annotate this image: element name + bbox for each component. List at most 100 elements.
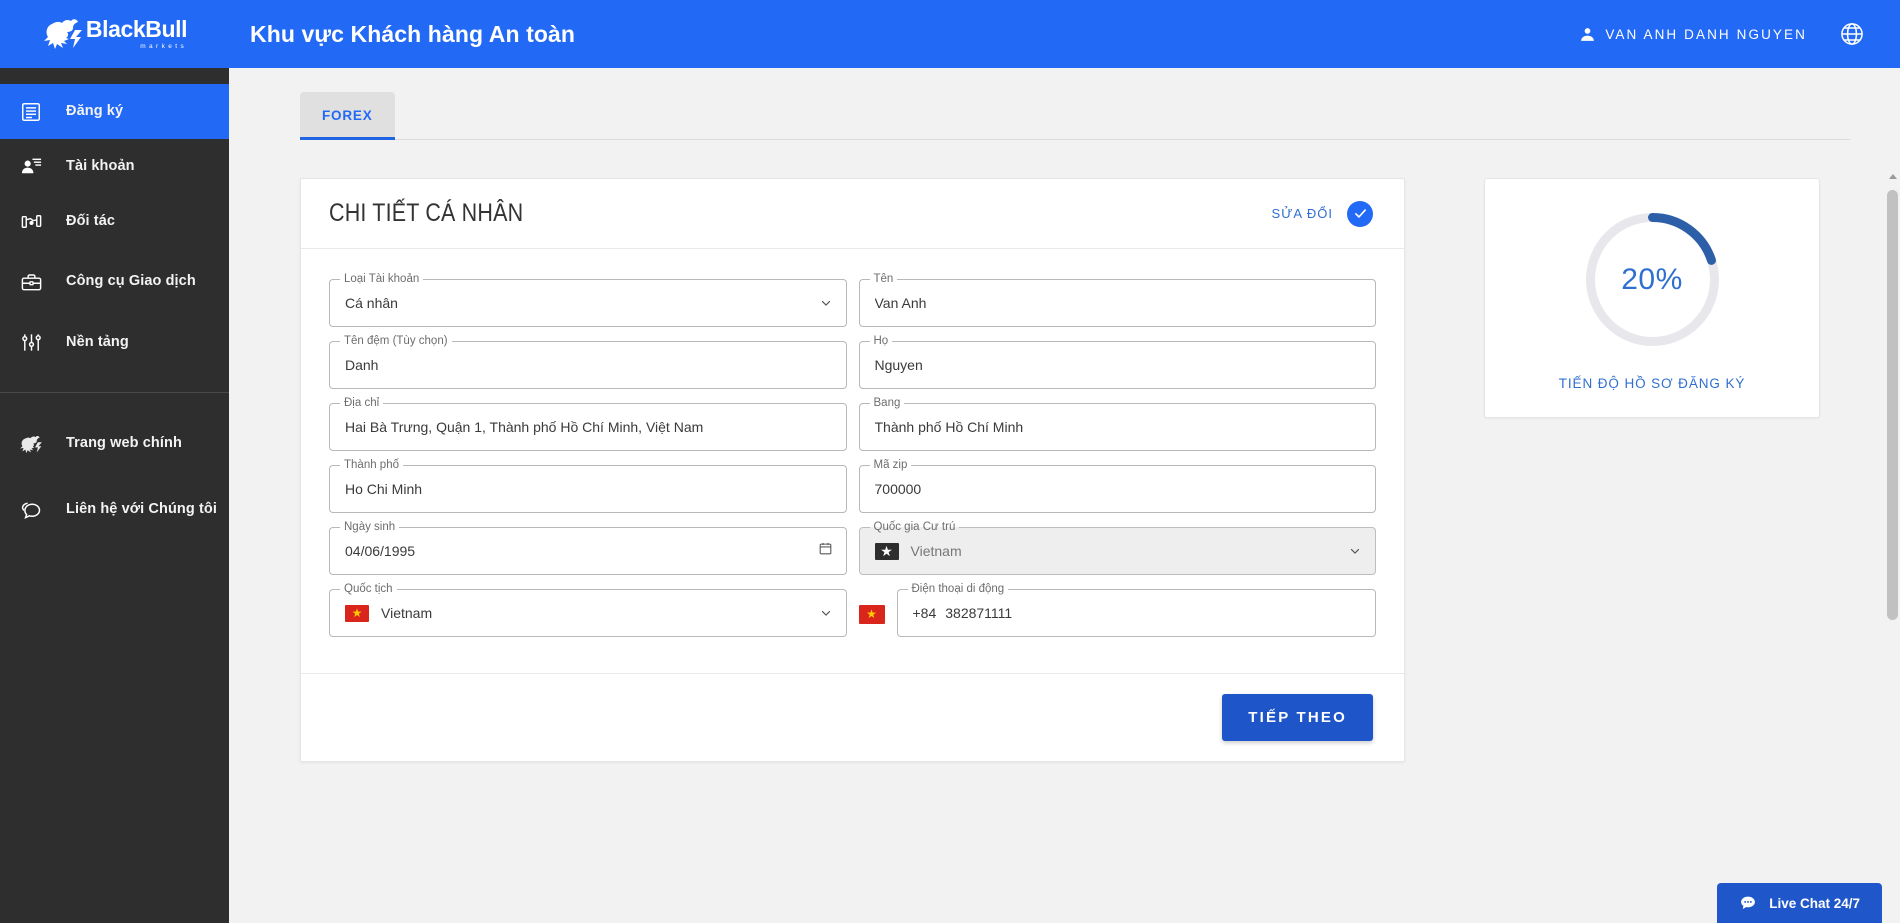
field-value-group: +84 382871111 bbox=[913, 589, 1337, 637]
field-value: Nguyen bbox=[874, 357, 923, 373]
form-col: Loại Tài khoản Cá nhân bbox=[329, 271, 847, 327]
live-chat-label: Live Chat 24/7 bbox=[1769, 895, 1860, 911]
sidebar-item-doi-tac[interactable]: Đối tác bbox=[0, 194, 229, 249]
scroll-up-arrow-icon[interactable] bbox=[1889, 174, 1897, 179]
vietnam-flag-icon: ★ bbox=[345, 604, 369, 622]
chevron-down-icon[interactable] bbox=[819, 606, 833, 620]
field-value: Ho Chi Minh bbox=[345, 481, 423, 497]
sidebar-item-label: Đối tác bbox=[66, 212, 116, 229]
card-body: Loại Tài khoản Cá nhân Tên Van Anh Tên đ… bbox=[301, 249, 1404, 673]
partners-handshake-icon bbox=[18, 210, 44, 233]
user-menu[interactable]: VAN ANH DANH NGUYEN bbox=[1579, 26, 1807, 43]
tab-bar: FOREX bbox=[229, 68, 1900, 140]
form-col: Mã zip 700000 bbox=[858, 457, 1376, 513]
form-row: Tên đệm (Tùy chọn) Danh Họ Nguyen bbox=[329, 333, 1376, 389]
field-country-of-residence[interactable]: Quốc gia Cư trú ★ Vietnam bbox=[858, 519, 1376, 575]
field-first-name[interactable]: Tên Van Anh bbox=[858, 271, 1376, 327]
field-city[interactable]: Thành phố Ho Chi Minh bbox=[329, 457, 847, 513]
phone-dial-code: +84 bbox=[912, 605, 937, 621]
sidebar-item-label: Trang web chính bbox=[66, 435, 182, 452]
progress-caption: TIẾN ĐỘ HỒ SƠ ĐĂNG KÝ bbox=[1558, 376, 1746, 391]
form-row: Địa chỉ Hai Bà Trưng, Quận 1, Thành phố … bbox=[329, 395, 1376, 451]
sidebar-item-lien-he[interactable]: Liên hệ với Chúng tôi bbox=[0, 477, 229, 543]
brand-subtitle: markets bbox=[140, 43, 188, 50]
form-col: Thành phố Ho Chi Minh bbox=[329, 457, 847, 513]
scrollbar-thumb[interactable] bbox=[1887, 190, 1898, 620]
form-col: Địa chỉ Hai Bà Trưng, Quận 1, Thành phố … bbox=[329, 395, 847, 451]
registration-progress-card: 20% TIẾN ĐỘ HỒ SƠ ĐĂNG KÝ bbox=[1484, 178, 1820, 418]
field-value: Vietnam bbox=[910, 543, 962, 559]
briefcase-icon bbox=[18, 271, 44, 294]
chat-bubbles-icon bbox=[18, 498, 44, 522]
field-value: Thành phố Hồ Chí Minh bbox=[874, 419, 1024, 435]
field-last-name[interactable]: Họ Nguyen bbox=[858, 333, 1376, 389]
tab-forex[interactable]: FOREX bbox=[300, 92, 395, 140]
sidebar-item-dang-ky[interactable]: Đăng ký bbox=[0, 84, 229, 139]
card-title: CHI TIẾT CÁ NHÂN bbox=[329, 199, 524, 227]
tab-bar-underline bbox=[394, 139, 1850, 140]
check-circle-icon[interactable] bbox=[1347, 200, 1373, 227]
field-account-type[interactable]: Loại Tài khoản Cá nhân bbox=[329, 271, 847, 327]
next-button[interactable]: TIẾP THEO bbox=[1222, 694, 1373, 741]
personal-details-card: CHI TIẾT CÁ NHÂN SỬA ĐỔI Loại Tài khoản … bbox=[300, 178, 1405, 762]
field-value: Vietnam bbox=[381, 605, 433, 621]
card-header-actions: SỬA ĐỔI bbox=[1272, 200, 1373, 227]
form-col: Bang Thành phố Hồ Chí Minh bbox=[858, 395, 1376, 451]
person-icon bbox=[1581, 27, 1595, 41]
language-selector[interactable] bbox=[1837, 19, 1867, 49]
sidebar-item-nen-tang[interactable]: Nền tảng bbox=[0, 315, 229, 370]
main-content: FOREX CHI TIẾT CÁ NHÂN SỬA ĐỔI Loại Tài … bbox=[229, 68, 1900, 923]
field-mobile-phone[interactable]: Điện thoại di động +84 382871111 bbox=[896, 581, 1376, 637]
sidebar-item-label: Đăng ký bbox=[66, 102, 124, 119]
form-col: Quốc gia Cư trú ★ Vietnam bbox=[858, 519, 1376, 575]
form-col: Quốc tịch ★ Vietnam bbox=[329, 581, 847, 637]
bull-logo-icon bbox=[43, 19, 82, 49]
sidebar-item-trang-web-chinh[interactable]: Trang web chính bbox=[0, 411, 229, 477]
field-date-of-birth[interactable]: Ngày sinh 04/06/1995 bbox=[329, 519, 847, 575]
field-address[interactable]: Địa chỉ Hai Bà Trưng, Quận 1, Thành phố … bbox=[329, 395, 847, 451]
live-chat-button[interactable]: Live Chat 24/7 bbox=[1717, 883, 1882, 923]
vietnam-flag-dark-icon: ★ bbox=[874, 542, 899, 560]
chevron-down-icon[interactable] bbox=[819, 296, 833, 310]
content-columns: CHI TIẾT CÁ NHÂN SỬA ĐỔI Loại Tài khoản … bbox=[229, 140, 1900, 762]
edit-button[interactable]: SỬA ĐỔI bbox=[1272, 206, 1333, 221]
form-row: Quốc tịch ★ Vietnam ★ Điện thoại di động… bbox=[329, 581, 1376, 637]
field-value: 700000 bbox=[874, 481, 922, 497]
field-middle-name[interactable]: Tên đệm (Tùy chọn) Danh bbox=[329, 333, 847, 389]
brand-logo[interactable]: BlackBull markets bbox=[0, 0, 229, 68]
sidebar-item-label: Liên hệ với Chúng tôi bbox=[66, 501, 217, 518]
account-person-icon bbox=[18, 155, 44, 178]
form-row: Thành phố Ho Chi Minh Mã zip 700000 bbox=[329, 457, 1376, 513]
form-col: Tên đệm (Tùy chọn) Danh bbox=[329, 333, 847, 389]
progress-percent: 20% bbox=[1621, 262, 1683, 296]
sidebar-item-cong-cu-giao-dich[interactable]: Công cụ Giao dịch bbox=[0, 249, 229, 315]
brand-name: BlackBull bbox=[85, 16, 188, 42]
sidebar-item-tai-khoan[interactable]: Tài khoản bbox=[0, 139, 229, 194]
card-footer: TIẾP THEO bbox=[301, 673, 1404, 761]
sidebar-top-spacer bbox=[0, 68, 229, 84]
top-header: BlackBull markets Khu vực Khách hàng An … bbox=[0, 0, 1900, 68]
chevron-down-icon[interactable] bbox=[1348, 544, 1362, 558]
calendar-icon[interactable] bbox=[818, 541, 833, 561]
form-row: Ngày sinh 04/06/1995 Quốc gia Cư trú ★ V… bbox=[329, 519, 1376, 575]
form-col: Họ Nguyen bbox=[858, 333, 1376, 389]
sliders-icon bbox=[18, 331, 44, 354]
field-nationality[interactable]: Quốc tịch ★ Vietnam bbox=[329, 581, 847, 637]
sidebar-nav: Đăng ký Tài khoản Đối tác Công cụ Giao d… bbox=[0, 68, 229, 923]
sidebar-divider bbox=[0, 392, 229, 393]
phone-country-flag-icon[interactable]: ★ bbox=[858, 604, 885, 624]
field-zip-code[interactable]: Mã zip 700000 bbox=[858, 457, 1376, 513]
field-value: Van Anh bbox=[874, 295, 927, 311]
sidebar-item-label: Công cụ Giao dịch bbox=[66, 273, 196, 290]
field-value: 04/06/1995 bbox=[345, 543, 416, 559]
header-right-group: VAN ANH DANH NGUYEN bbox=[1579, 19, 1900, 49]
field-value: Hai Bà Trưng, Quận 1, Thành phố Hồ Chí M… bbox=[345, 419, 704, 435]
field-value: 382871111 bbox=[945, 605, 1013, 621]
field-state[interactable]: Bang Thành phố Hồ Chí Minh bbox=[858, 395, 1376, 451]
form-col: ★ Điện thoại di động +84 382871111 bbox=[858, 581, 1376, 637]
bull-logo-icon bbox=[18, 434, 44, 455]
page-title: Khu vực Khách hàng An toàn bbox=[250, 20, 576, 47]
register-form-icon bbox=[18, 101, 44, 123]
form-row: Loại Tài khoản Cá nhân Tên Van Anh bbox=[329, 271, 1376, 327]
page-scrollbar[interactable] bbox=[1885, 68, 1900, 923]
